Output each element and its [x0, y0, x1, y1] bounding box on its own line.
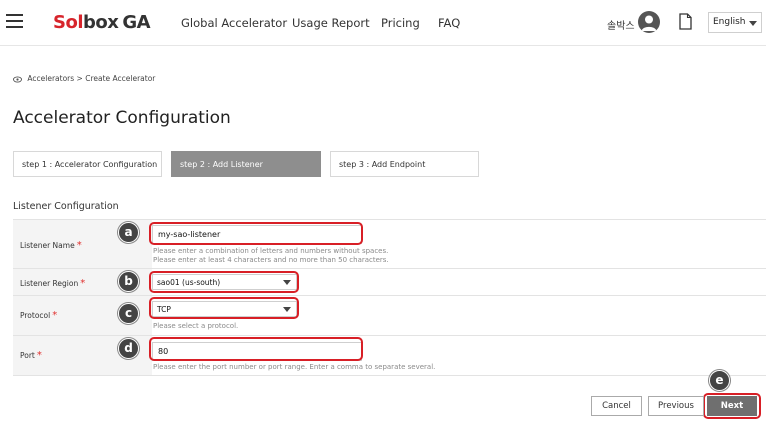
- breadcrumb: Accelerators > Create Accelerator: [13, 74, 155, 83]
- annotation-outline-d: [149, 337, 363, 361]
- required-mark: *: [36, 350, 42, 361]
- eye-icon: [13, 75, 22, 83]
- required-mark: *: [76, 240, 82, 251]
- previous-button[interactable]: Previous: [648, 396, 704, 416]
- port-label: Port *: [20, 350, 42, 361]
- port-hint: Please enter the port number or port ran…: [153, 363, 436, 371]
- language-select[interactable]: English: [708, 12, 762, 33]
- section-title: Listener Configuration: [13, 201, 119, 212]
- top-header: Solbox GA Global Accelerator Usage Report…: [0, 0, 766, 46]
- annotation-badge-e: e: [709, 370, 730, 391]
- required-mark: *: [52, 310, 58, 321]
- language-value: English: [713, 17, 746, 27]
- breadcrumb-current: Create Accelerator: [85, 74, 156, 83]
- annotation-outline-a: [149, 222, 363, 245]
- nav-usage-report[interactable]: Usage Report: [292, 16, 370, 30]
- logo[interactable]: Solbox GA: [53, 12, 151, 33]
- listener-name-hint-1: Please enter a combination of letters an…: [153, 247, 389, 255]
- page-title: Accelerator Configuration: [13, 108, 231, 128]
- listener-region-label: Listener Region *: [20, 278, 86, 289]
- annotation-badge-a: a: [118, 222, 139, 243]
- step-1-tab[interactable]: step 1 : Accelerator Configuration: [13, 151, 162, 177]
- listener-name-label: Listener Name *: [20, 240, 82, 251]
- nav-faq[interactable]: FAQ: [438, 16, 460, 30]
- protocol-hint: Please select a protocol.: [153, 322, 239, 330]
- protocol-label: Protocol *: [20, 310, 58, 321]
- nav-pricing[interactable]: Pricing: [381, 16, 420, 30]
- logo-ga: GA: [122, 12, 151, 33]
- annotation-outline-b: [149, 271, 299, 293]
- breadcrumb-separator: >: [76, 74, 83, 83]
- cancel-button[interactable]: Cancel: [591, 396, 642, 416]
- required-mark: *: [80, 278, 86, 289]
- listener-name-hint-2: Please enter at least 4 characters and n…: [153, 256, 389, 264]
- menu-icon[interactable]: [6, 14, 23, 29]
- step-3-tab[interactable]: step 3 : Add Endpoint: [330, 151, 479, 177]
- user-icon: [641, 15, 657, 31]
- avatar[interactable]: [638, 11, 660, 33]
- chevron-down-icon: [749, 21, 757, 26]
- annotation-badge-b: b: [118, 271, 139, 292]
- logo-sol: Sol: [53, 12, 84, 33]
- annotation-badge-c: c: [118, 303, 139, 324]
- next-button[interactable]: Next: [707, 396, 757, 416]
- annotation-outline-c: [149, 297, 299, 319]
- document-icon[interactable]: [679, 13, 692, 30]
- breadcrumb-accelerators[interactable]: Accelerators: [27, 74, 74, 83]
- logo-box: box: [83, 12, 119, 33]
- annotation-badge-d: d: [118, 338, 139, 359]
- step-2-tab[interactable]: step 2 : Add Listener: [171, 151, 321, 177]
- user-name[interactable]: 솔박스: [607, 17, 635, 32]
- nav-global-accelerator[interactable]: Global Accelerator: [181, 16, 287, 30]
